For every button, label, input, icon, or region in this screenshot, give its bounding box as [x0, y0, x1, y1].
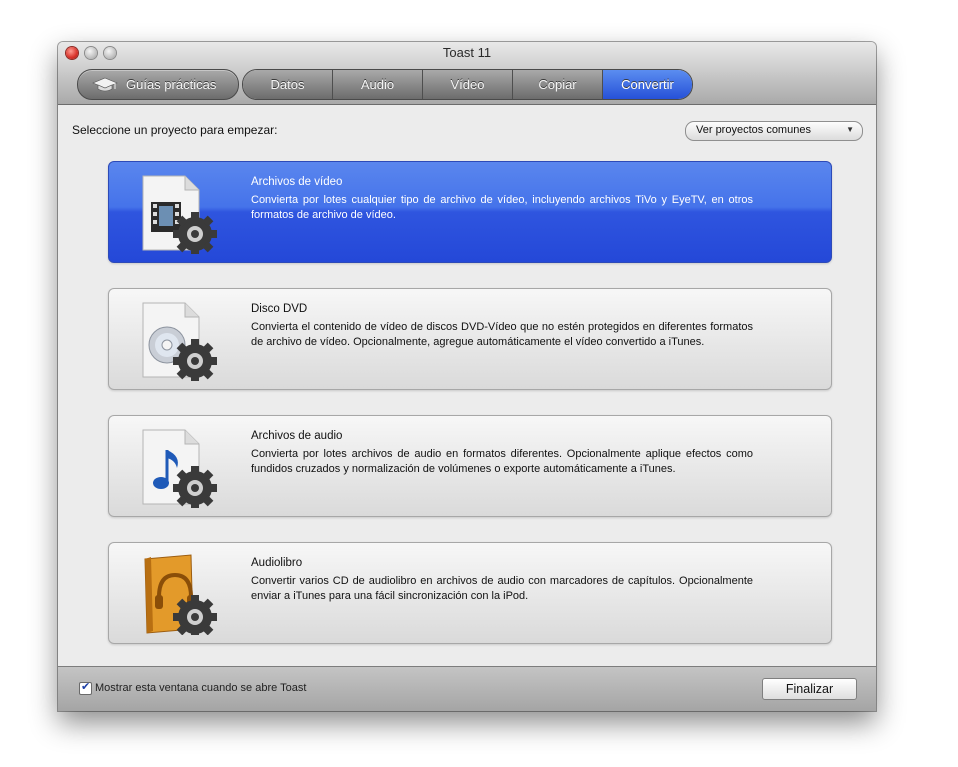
app-window: Toast 11 Guías prácticas Datos Audio Víd… [58, 42, 876, 711]
titlebar: Toast 11 Guías prácticas Datos Audio Víd… [58, 42, 876, 105]
tab-datos[interactable]: Datos [243, 70, 333, 99]
tab-video[interactable]: Vídeo [423, 70, 513, 99]
finish-button[interactable]: Finalizar [762, 678, 857, 700]
project-title: Disco DVD [251, 303, 308, 315]
tab-bar: Datos Audio Vídeo Copiar Convertir [242, 69, 693, 100]
video-file-icon [142, 175, 217, 254]
project-title: Archivos de vídeo [251, 176, 343, 188]
project-card-dvd[interactable]: Disco DVD Convierta el contenido de víde… [108, 288, 832, 390]
show-window-checkbox[interactable]: ✔ [79, 681, 92, 695]
dropdown-value: Ver proyectos comunes [696, 124, 811, 136]
tab-convertir[interactable]: Convertir [603, 70, 692, 99]
footer-bar: ✔ Mostrar esta ventana cuando se abre To… [58, 666, 876, 711]
main-content: Seleccione un proyecto para empezar: Ver… [58, 105, 876, 666]
dvd-disc-icon [142, 302, 217, 381]
guides-label: Guías prácticas [126, 77, 217, 92]
tab-audio[interactable]: Audio [333, 70, 423, 99]
project-filter-dropdown[interactable]: Ver proyectos comunes ▼ [685, 121, 863, 141]
project-description: Convierta por lotes cualquier tipo de ar… [251, 194, 753, 221]
project-description: Convierta el contenido de vídeo de disco… [251, 321, 753, 348]
project-title: Audiolibro [251, 557, 303, 569]
chevron-down-icon: ▼ [846, 125, 854, 134]
project-card-audio-files[interactable]: Archivos de audio Convierta por lotes ar… [108, 415, 832, 517]
audiobook-icon [144, 554, 217, 635]
checkmark-icon: ✔ [81, 681, 91, 693]
audio-file-icon [142, 429, 217, 508]
tab-copiar[interactable]: Copiar [513, 70, 603, 99]
graduation-cap-icon [92, 77, 118, 91]
project-card-audiobook[interactable]: Audiolibro Convertir varios CD de audiol… [108, 542, 832, 644]
project-prompt: Seleccione un proyecto para empezar: [72, 123, 278, 137]
show-window-checkbox-label[interactable]: Mostrar esta ventana cuando se abre Toas… [95, 682, 306, 694]
window-title: Toast 11 [442, 45, 492, 60]
project-title: Archivos de audio [251, 430, 343, 442]
project-description: Convierta por lotes archivos de audio en… [251, 448, 753, 475]
project-description: Convertir varios CD de audiolibro en arc… [251, 575, 753, 602]
project-card-video-files[interactable]: Archivos de vídeo Convierta por lotes cu… [108, 161, 832, 263]
guides-button[interactable]: Guías prácticas [77, 69, 239, 100]
